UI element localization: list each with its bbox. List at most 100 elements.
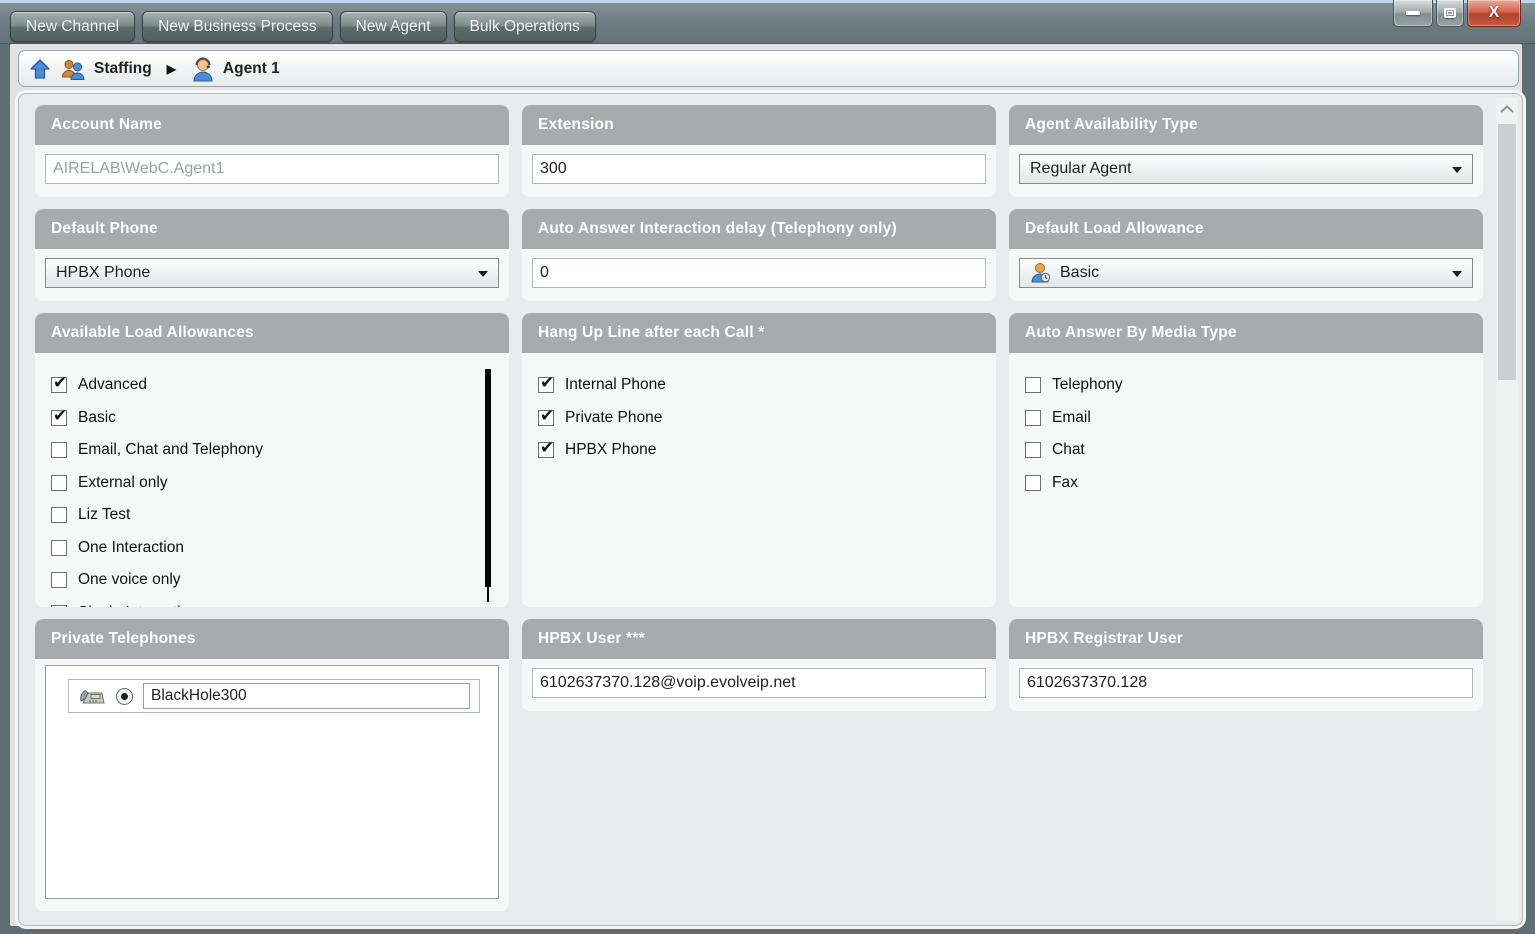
private-telephone-row[interactable] [68, 679, 480, 713]
panel-title: HPBX User *** [522, 619, 996, 659]
settings-form: Account Name Extension Agent Availabilit… [18, 93, 1523, 926]
checkbox-row[interactable]: One Interaction [51, 532, 493, 565]
private-telephones-list [45, 665, 499, 899]
panel-hpbx-registrar-user: HPBX Registrar User [1009, 619, 1483, 711]
hpbx-user-input[interactable] [532, 668, 986, 698]
close-icon: X [1489, 4, 1500, 22]
panel-hpbx-user: HPBX User *** [522, 619, 996, 711]
staffing-group-icon [60, 58, 86, 80]
checkbox-row[interactable]: Liz Test [51, 499, 493, 532]
panel-title: HPBX Registrar User [1009, 619, 1483, 659]
panel-account-name: Account Name [35, 105, 509, 197]
checkbox-row[interactable]: Telephony [1025, 369, 1467, 402]
panel-title: Default Load Allowance [1009, 209, 1483, 249]
checkbox[interactable] [51, 377, 67, 393]
checkbox-row[interactable]: Basic [51, 402, 493, 435]
checkbox-row[interactable]: One voice only [51, 564, 493, 597]
checkbox[interactable] [1025, 377, 1041, 393]
checkbox[interactable] [51, 605, 67, 607]
checkbox-label: One Interaction [78, 539, 184, 557]
list-scrollbar-track[interactable] [487, 587, 489, 602]
checkbox[interactable] [51, 572, 67, 588]
checkbox-row[interactable]: Email, Chat and Telephony [51, 434, 493, 467]
checkbox-row[interactable]: Chat [1025, 434, 1467, 467]
checkbox-label: Private Phone [565, 409, 662, 427]
scrollbar-thumb[interactable] [1498, 124, 1516, 380]
panel-agent-availability-type: Agent Availability Type Regular Agent [1009, 105, 1483, 197]
vertical-scrollbar[interactable] [1496, 98, 1518, 921]
checkbox[interactable] [51, 507, 67, 523]
window-controls: X [1393, 0, 1521, 27]
scroll-up-button[interactable] [1496, 98, 1518, 120]
checkbox[interactable] [1025, 410, 1041, 426]
checkbox[interactable] [51, 442, 67, 458]
breadcrumb: Staffing ▶ Agent 1 [18, 50, 1519, 87]
checkbox[interactable] [538, 442, 554, 458]
checkbox-row[interactable]: Fax [1025, 467, 1467, 500]
checkbox-row[interactable]: Private Phone [538, 402, 980, 435]
close-button[interactable]: X [1467, 0, 1521, 27]
extension-input[interactable] [532, 154, 986, 184]
panel-title: Agent Availability Type [1009, 105, 1483, 145]
breadcrumb-label: Agent 1 [223, 60, 280, 78]
checkbox[interactable] [51, 410, 67, 426]
auto-answer-delay-input[interactable] [532, 258, 986, 288]
checkbox[interactable] [1025, 475, 1041, 491]
default-load-allowance-dropdown[interactable]: Basic [1019, 258, 1473, 288]
checkbox[interactable] [1025, 442, 1041, 458]
maximize-button[interactable] [1436, 0, 1464, 27]
minimize-button[interactable] [1393, 0, 1433, 27]
default-telephone-radio[interactable] [116, 688, 133, 705]
checkbox-row[interactable]: Internal Phone [538, 369, 980, 402]
breadcrumb-item-staffing[interactable]: Staffing [60, 58, 152, 80]
panel-title: Account Name [35, 105, 509, 145]
checkbox[interactable] [538, 377, 554, 393]
chevron-down-icon [1452, 167, 1462, 173]
hpbx-registrar-user-input[interactable] [1019, 668, 1473, 698]
checkbox[interactable] [538, 410, 554, 426]
checkbox-label: Fax [1052, 474, 1078, 492]
agent-availability-type-dropdown[interactable]: Regular Agent [1019, 154, 1473, 184]
checkbox-row[interactable]: Single Interaction [51, 597, 493, 608]
panel-auto-answer-media: Auto Answer By Media Type Telephony Emai… [1009, 313, 1483, 607]
account-name-input [45, 154, 499, 184]
breadcrumb-item-agent[interactable]: Agent 1 [191, 56, 280, 82]
checkbox-label: HPBX Phone [565, 441, 656, 459]
checkbox-row[interactable]: HPBX Phone [538, 434, 980, 467]
chevron-down-icon [1452, 271, 1462, 277]
checkbox-label: Liz Test [78, 506, 130, 524]
list-scrollbar-thumb[interactable] [485, 369, 491, 587]
chevron-down-icon [478, 271, 488, 277]
checkbox-row[interactable]: Advanced [51, 369, 493, 402]
checkbox-label: External only [78, 474, 168, 492]
toolbar-button[interactable]: Bulk Operations [454, 11, 596, 42]
panel-title: Hang Up Line after each Call * [522, 313, 996, 353]
desk-phone-icon [78, 686, 106, 706]
checkbox-label: Advanced [78, 376, 147, 394]
auto-answer-media-list: Telephony Email Chat Fax [1009, 353, 1483, 499]
toolbar-button[interactable]: New Business Process [142, 11, 333, 42]
checkbox-row[interactable]: Email [1025, 402, 1467, 435]
dropdown-selected-value: Regular Agent [1030, 160, 1131, 178]
checkbox-label: Telephony [1052, 376, 1123, 394]
checkbox-label: One voice only [78, 571, 181, 589]
default-phone-dropdown[interactable]: HPBX Phone [45, 258, 499, 288]
load-allowances-list: Advanced Basic Email, Chat and Telephony [35, 353, 509, 607]
toolbar-button[interactable]: New Channel [10, 11, 135, 42]
home-icon[interactable] [29, 58, 51, 80]
checkbox-label: Email [1052, 409, 1091, 427]
panel-hang-up-line: Hang Up Line after each Call * Internal … [522, 313, 996, 607]
telephone-name-input[interactable] [143, 683, 470, 709]
panel-private-telephones: Private Telephones [35, 619, 509, 911]
toolbar-button[interactable]: New Agent [340, 11, 447, 42]
breadcrumb-separator-icon: ▶ [161, 62, 182, 76]
chevron-up-icon [1499, 105, 1515, 113]
checkbox[interactable] [51, 475, 67, 491]
checkbox-row[interactable]: External only [51, 467, 493, 500]
panel-title: Default Phone [35, 209, 509, 249]
panel-default-load-allowance: Default Load Allowance Basic [1009, 209, 1483, 301]
panel-auto-answer-delay: Auto Answer Interaction delay (Telephony… [522, 209, 996, 301]
hang-up-line-list: Internal Phone Private Phone HPBX Phone [522, 353, 996, 467]
checkbox[interactable] [51, 540, 67, 556]
panel-default-phone: Default Phone HPBX Phone [35, 209, 509, 301]
